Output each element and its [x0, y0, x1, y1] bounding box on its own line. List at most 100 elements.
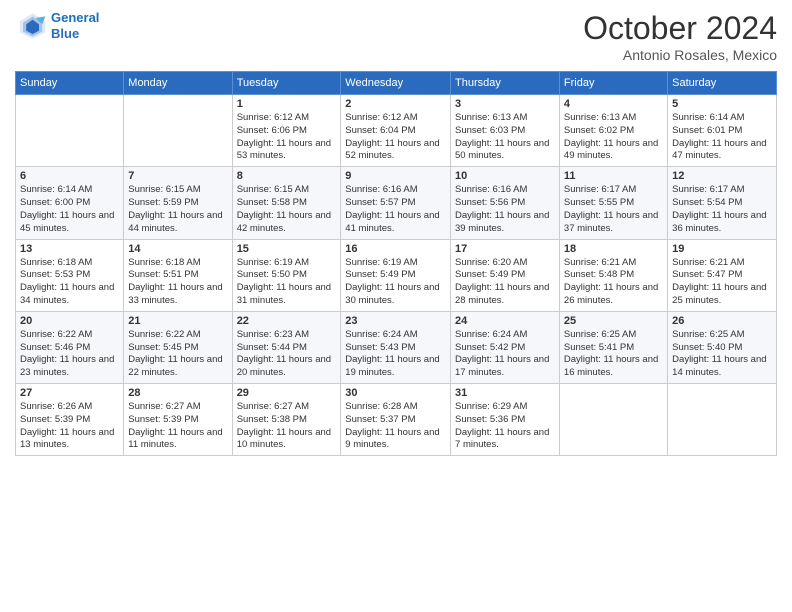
logo-icon: [15, 10, 47, 42]
day-info: Sunrise: 6:21 AM Sunset: 5:47 PM Dayligh…: [672, 257, 772, 308]
calendar-cell: 20 Sunrise: 6:22 AM Sunset: 5:46 PM Dayli…: [16, 311, 124, 383]
day-info: Sunrise: 6:14 AM Sunset: 6:00 PM Dayligh…: [20, 184, 119, 235]
page: General Blue October 2024 Antonio Rosale…: [0, 0, 792, 612]
day-number: 2: [345, 98, 446, 110]
calendar-cell: [559, 384, 667, 456]
calendar-cell: 29Sunrise: 6:27 AM Sunset: 5:38 PM Dayli…: [232, 384, 341, 456]
logo-text: General Blue: [51, 10, 99, 41]
day-info: Sunrise: 6:15 AM Sunset: 5:58 PM Dayligh…: [237, 184, 337, 235]
calendar-table: SundayMondayTuesdayWednesdayThursdayFrid…: [15, 71, 777, 456]
calendar-cell: 7 Sunrise: 6:15 AM Sunset: 5:59 PM Daylig…: [124, 167, 232, 239]
day-info: Sunrise: 6:23 AM Sunset: 5:44 PM Dayligh…: [237, 329, 337, 380]
logo: General Blue: [15, 10, 99, 42]
day-number: 10: [455, 170, 555, 182]
day-number: 12: [672, 170, 772, 182]
day-number: 7: [128, 170, 227, 182]
day-number: 20: [20, 315, 119, 327]
day-info: Sunrise: 6:13 AM Sunset: 6:02 PM Dayligh…: [564, 112, 663, 163]
day-number: 24: [455, 315, 555, 327]
logo-line1: General: [51, 10, 99, 25]
day-info: Sunrise: 6:18 AM Sunset: 5:51 PM Dayligh…: [128, 257, 227, 308]
day-info: Sunrise: 6:15 AM Sunset: 5:59 PM Dayligh…: [128, 184, 227, 235]
calendar-cell: 5Sunrise: 6:14 AM Sunset: 6:01 PM Daylig…: [668, 95, 777, 167]
calendar-cell: [668, 384, 777, 456]
day-number: 3: [455, 98, 555, 110]
weekday-header-sunday: Sunday: [16, 72, 124, 95]
calendar-cell: 10 Sunrise: 6:16 AM Sunset: 5:56 PM Dayli…: [451, 167, 560, 239]
calendar-cell: 15 Sunrise: 6:19 AM Sunset: 5:50 PM Dayli…: [232, 239, 341, 311]
day-number: 31: [455, 387, 555, 399]
calendar-cell: 18Sunrise: 6:21 AM Sunset: 5:48 PM Dayli…: [559, 239, 667, 311]
header: General Blue October 2024 Antonio Rosale…: [15, 10, 777, 63]
day-info: Sunrise: 6:22 AM Sunset: 5:46 PM Dayligh…: [20, 329, 119, 380]
day-number: 15: [237, 243, 337, 255]
day-number: 13: [20, 243, 119, 255]
day-number: 8: [237, 170, 337, 182]
week-row-5: 27Sunrise: 6:26 AM Sunset: 5:39 PM Dayli…: [16, 384, 777, 456]
calendar-cell: [124, 95, 232, 167]
calendar-cell: 11 Sunrise: 6:17 AM Sunset: 5:55 PM Dayli…: [559, 167, 667, 239]
calendar-cell: 16Sunrise: 6:19 AM Sunset: 5:49 PM Dayli…: [341, 239, 451, 311]
day-number: 11: [564, 170, 663, 182]
month-title: October 2024: [583, 10, 777, 47]
day-info: Sunrise: 6:27 AM Sunset: 5:39 PM Dayligh…: [128, 401, 227, 452]
title-block: October 2024 Antonio Rosales, Mexico: [583, 10, 777, 63]
calendar-cell: 22 Sunrise: 6:23 AM Sunset: 5:44 PM Dayli…: [232, 311, 341, 383]
weekday-header-saturday: Saturday: [668, 72, 777, 95]
day-info: Sunrise: 6:12 AM Sunset: 6:06 PM Dayligh…: [237, 112, 337, 163]
weekday-header-friday: Friday: [559, 72, 667, 95]
day-number: 5: [672, 98, 772, 110]
logo-line2: Blue: [51, 26, 79, 41]
calendar-cell: 24 Sunrise: 6:24 AM Sunset: 5:42 PM Dayli…: [451, 311, 560, 383]
location: Antonio Rosales, Mexico: [583, 47, 777, 63]
day-info: Sunrise: 6:18 AM Sunset: 5:53 PM Dayligh…: [20, 257, 119, 308]
day-info: Sunrise: 6:16 AM Sunset: 5:56 PM Dayligh…: [455, 184, 555, 235]
calendar-cell: 27Sunrise: 6:26 AM Sunset: 5:39 PM Dayli…: [16, 384, 124, 456]
day-number: 9: [345, 170, 446, 182]
calendar-cell: 30Sunrise: 6:28 AM Sunset: 5:37 PM Dayli…: [341, 384, 451, 456]
calendar-cell: 25Sunrise: 6:25 AM Sunset: 5:41 PM Dayli…: [559, 311, 667, 383]
calendar-cell: 4Sunrise: 6:13 AM Sunset: 6:02 PM Daylig…: [559, 95, 667, 167]
calendar-cell: 26 Sunrise: 6:25 AM Sunset: 5:40 PM Dayli…: [668, 311, 777, 383]
calendar-cell: 8 Sunrise: 6:15 AM Sunset: 5:58 PM Daylig…: [232, 167, 341, 239]
calendar-cell: 23 Sunrise: 6:24 AM Sunset: 5:43 PM Dayli…: [341, 311, 451, 383]
day-number: 28: [128, 387, 227, 399]
week-row-2: 6Sunrise: 6:14 AM Sunset: 6:00 PM Daylig…: [16, 167, 777, 239]
day-number: 1: [237, 98, 337, 110]
day-info: Sunrise: 6:27 AM Sunset: 5:38 PM Dayligh…: [237, 401, 337, 452]
day-number: 26: [672, 315, 772, 327]
day-info: Sunrise: 6:25 AM Sunset: 5:41 PM Dayligh…: [564, 329, 663, 380]
week-row-4: 20 Sunrise: 6:22 AM Sunset: 5:46 PM Dayli…: [16, 311, 777, 383]
day-info: Sunrise: 6:24 AM Sunset: 5:43 PM Dayligh…: [345, 329, 446, 380]
week-row-1: 1 Sunrise: 6:12 AM Sunset: 6:06 PM Daylig…: [16, 95, 777, 167]
calendar-cell: 19Sunrise: 6:21 AM Sunset: 5:47 PM Dayli…: [668, 239, 777, 311]
day-info: Sunrise: 6:13 AM Sunset: 6:03 PM Dayligh…: [455, 112, 555, 163]
weekday-header-row: SundayMondayTuesdayWednesdayThursdayFrid…: [16, 72, 777, 95]
calendar-cell: 2 Sunrise: 6:12 AM Sunset: 6:04 PM Daylig…: [341, 95, 451, 167]
day-number: 17: [455, 243, 555, 255]
day-info: Sunrise: 6:17 AM Sunset: 5:55 PM Dayligh…: [564, 184, 663, 235]
weekday-header-monday: Monday: [124, 72, 232, 95]
day-info: Sunrise: 6:17 AM Sunset: 5:54 PM Dayligh…: [672, 184, 772, 235]
day-info: Sunrise: 6:26 AM Sunset: 5:39 PM Dayligh…: [20, 401, 119, 452]
day-info: Sunrise: 6:19 AM Sunset: 5:49 PM Dayligh…: [345, 257, 446, 308]
day-info: Sunrise: 6:24 AM Sunset: 5:42 PM Dayligh…: [455, 329, 555, 380]
day-number: 18: [564, 243, 663, 255]
day-info: Sunrise: 6:22 AM Sunset: 5:45 PM Dayligh…: [128, 329, 227, 380]
calendar-cell: 14 Sunrise: 6:18 AM Sunset: 5:51 PM Dayli…: [124, 239, 232, 311]
day-info: Sunrise: 6:25 AM Sunset: 5:40 PM Dayligh…: [672, 329, 772, 380]
week-row-3: 13 Sunrise: 6:18 AM Sunset: 5:53 PM Dayli…: [16, 239, 777, 311]
day-number: 21: [128, 315, 227, 327]
calendar-cell: 17Sunrise: 6:20 AM Sunset: 5:49 PM Dayli…: [451, 239, 560, 311]
day-info: Sunrise: 6:19 AM Sunset: 5:50 PM Dayligh…: [237, 257, 337, 308]
day-number: 22: [237, 315, 337, 327]
weekday-header-wednesday: Wednesday: [341, 72, 451, 95]
calendar-cell: 3 Sunrise: 6:13 AM Sunset: 6:03 PM Daylig…: [451, 95, 560, 167]
day-number: 14: [128, 243, 227, 255]
day-info: Sunrise: 6:16 AM Sunset: 5:57 PM Dayligh…: [345, 184, 446, 235]
day-info: Sunrise: 6:12 AM Sunset: 6:04 PM Dayligh…: [345, 112, 446, 163]
weekday-header-tuesday: Tuesday: [232, 72, 341, 95]
calendar-cell: 6Sunrise: 6:14 AM Sunset: 6:00 PM Daylig…: [16, 167, 124, 239]
day-number: 23: [345, 315, 446, 327]
calendar-cell: [16, 95, 124, 167]
